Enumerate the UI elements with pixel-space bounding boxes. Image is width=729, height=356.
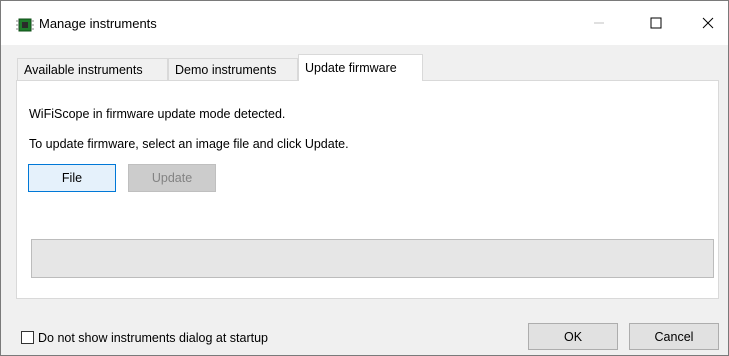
- tab-label: Demo instruments: [175, 62, 277, 77]
- tab-demo-instruments[interactable]: Demo instruments: [168, 58, 298, 80]
- close-icon: [702, 17, 713, 29]
- title-bar[interactable]: Manage instruments: [1, 1, 728, 45]
- firmware-progress-bar: [31, 239, 714, 278]
- manage-instruments-dialog: Manage instruments Available instruments…: [0, 0, 729, 356]
- update-button[interactable]: Update: [128, 164, 216, 192]
- cancel-button[interactable]: Cancel: [629, 323, 719, 350]
- startup-checkbox-label[interactable]: Do not show instruments dialog at startu…: [38, 331, 268, 345]
- window-title: Manage instruments: [39, 16, 157, 31]
- ok-button[interactable]: OK: [528, 323, 618, 350]
- instruction-message: To update firmware, select an image file…: [29, 137, 349, 151]
- minimize-button[interactable]: [576, 1, 621, 45]
- maximize-icon: [650, 17, 661, 29]
- close-button[interactable]: [685, 1, 729, 45]
- tab-available-instruments[interactable]: Available instruments: [17, 58, 168, 80]
- tab-label: Available instruments: [24, 62, 143, 77]
- tab-label: Update firmware: [305, 61, 397, 75]
- tab-update-firmware[interactable]: Update firmware: [298, 54, 423, 81]
- detected-message: WiFiScope in firmware update mode detect…: [29, 107, 286, 121]
- update-firmware-panel: WiFiScope in firmware update mode detect…: [16, 80, 719, 299]
- startup-checkbox[interactable]: [21, 331, 34, 344]
- minimize-icon: [593, 22, 604, 24]
- maximize-button[interactable]: [633, 1, 678, 45]
- file-button[interactable]: File: [28, 164, 116, 192]
- circuit-board-icon: [16, 18, 34, 32]
